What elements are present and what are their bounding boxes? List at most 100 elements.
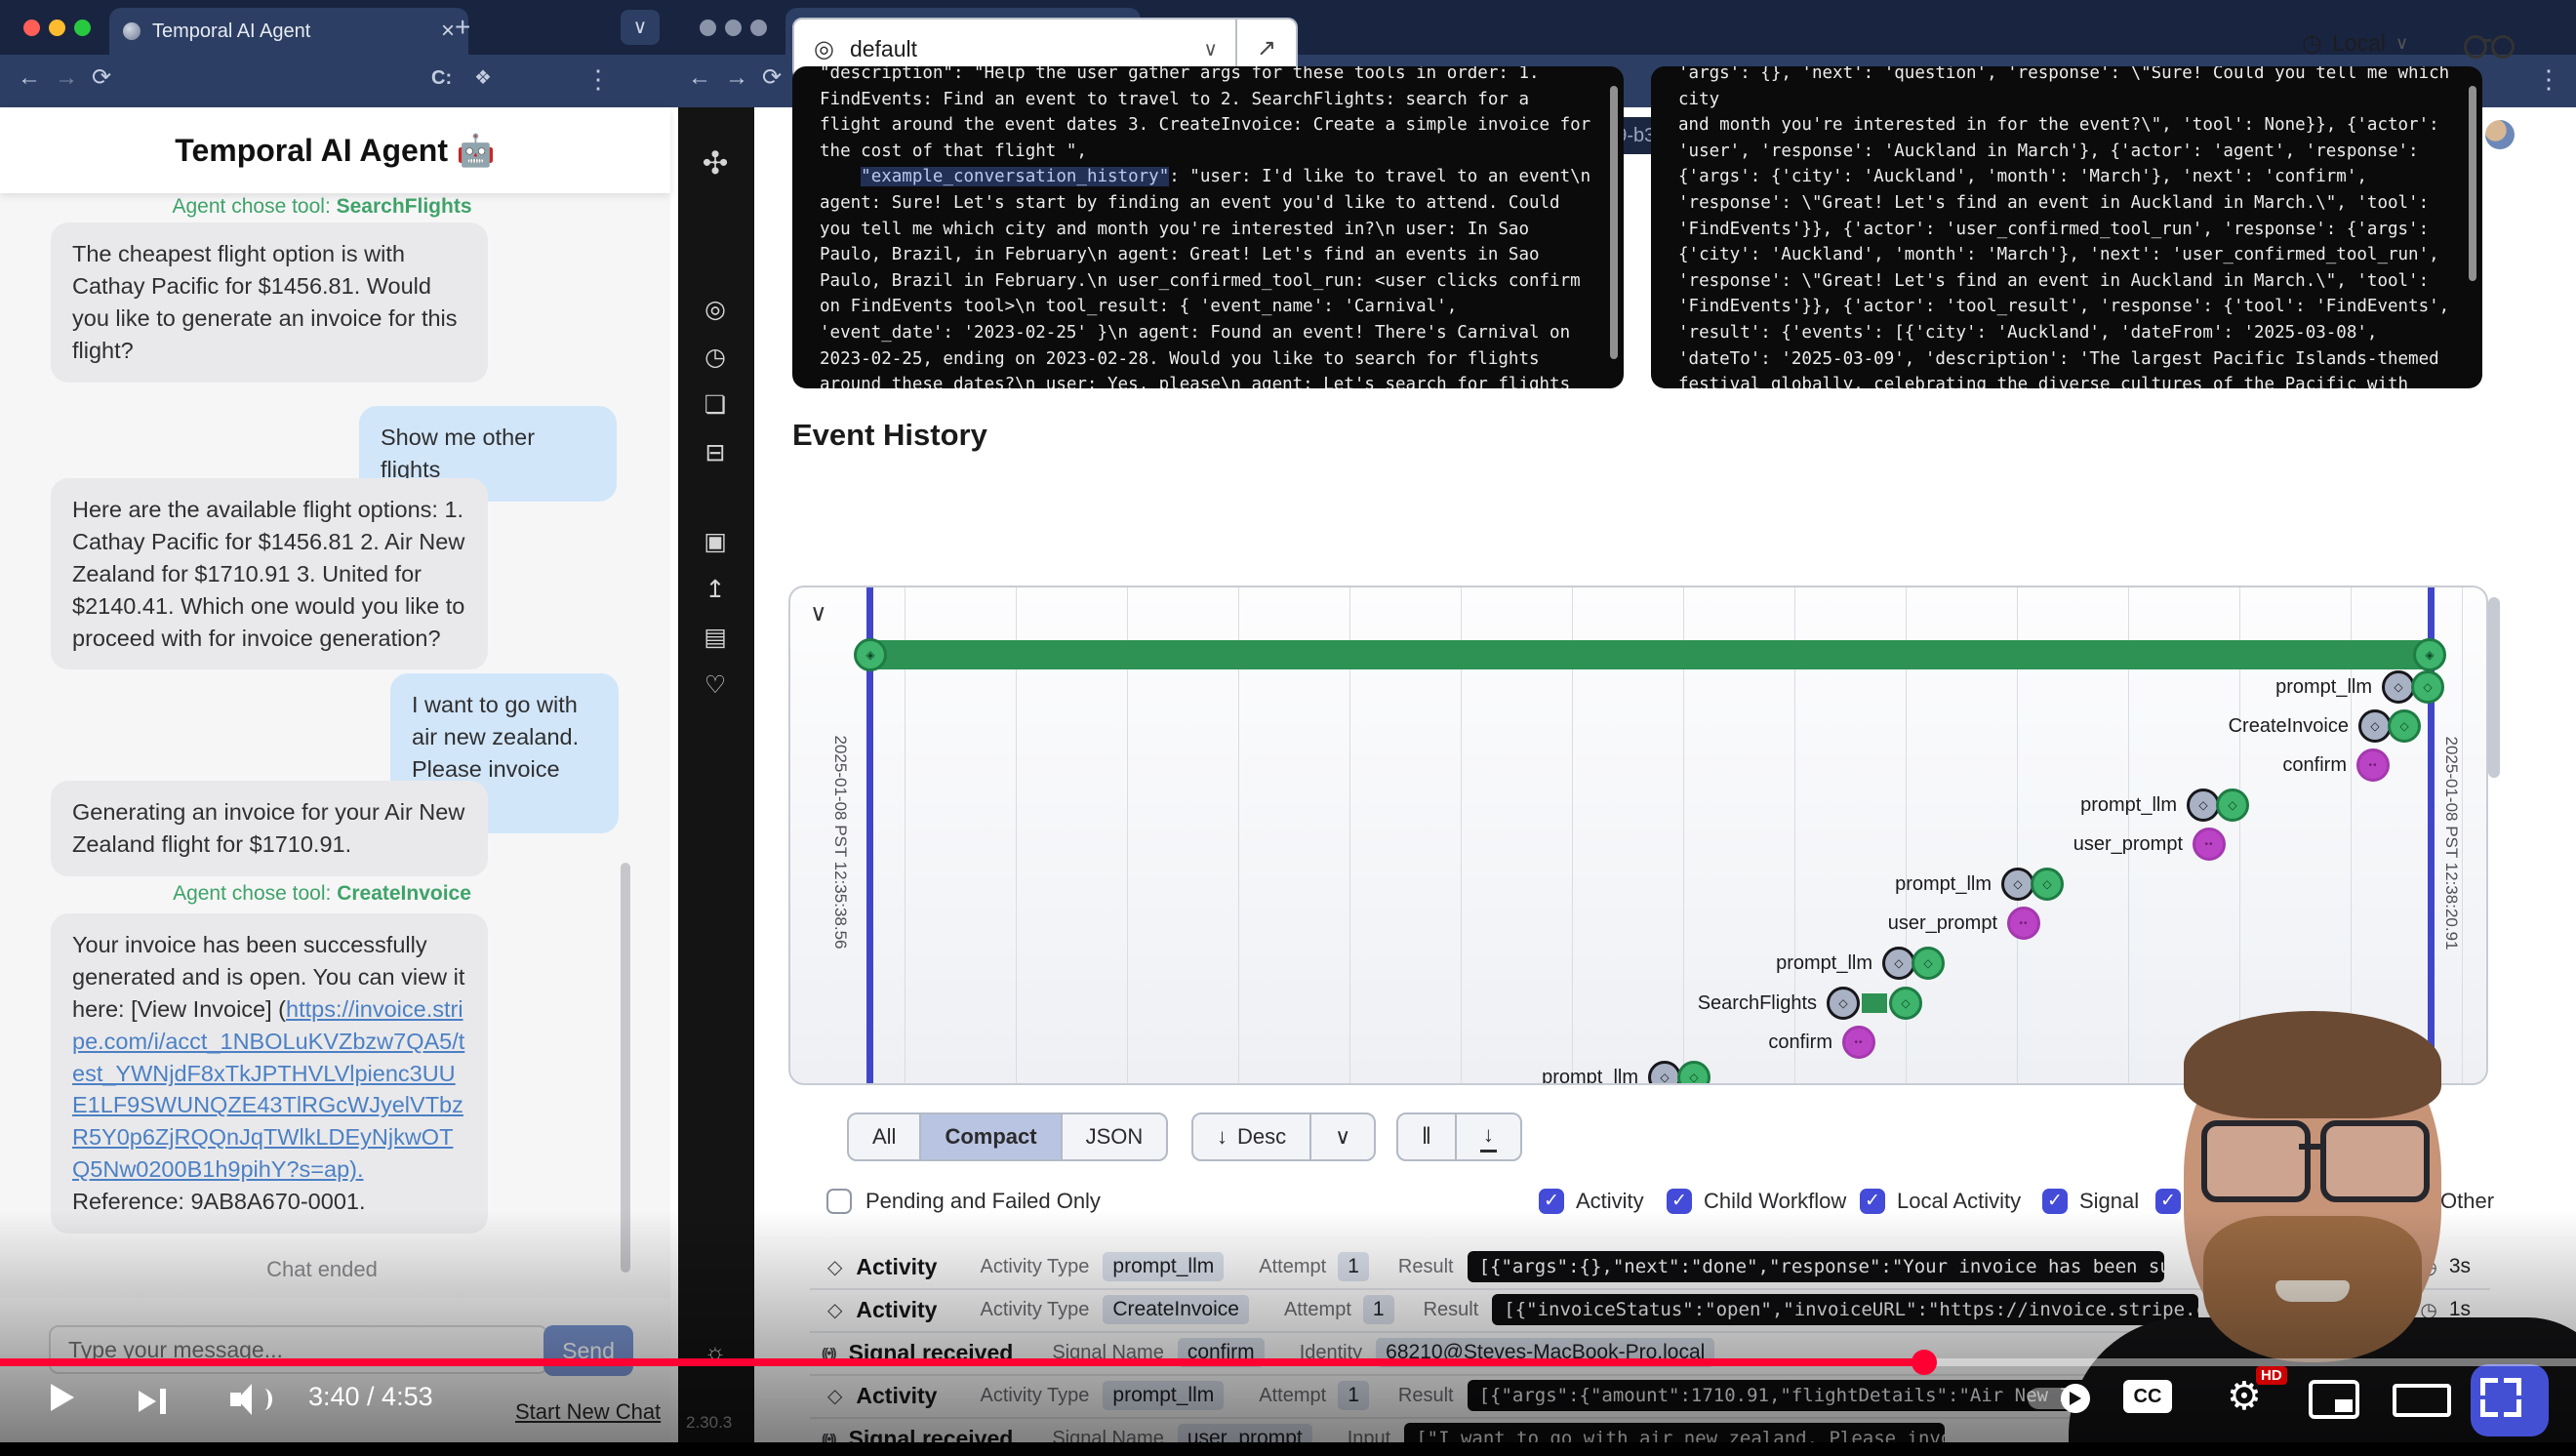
code-text: and month you're interested in for the e… bbox=[1678, 115, 2460, 388]
input-json-panel[interactable]: "description": "Help the user gather arg… bbox=[792, 66, 1624, 388]
temporal-logo-icon[interactable]: ✣ bbox=[678, 144, 752, 182]
timeline-row-signal[interactable]: confirm•• bbox=[2282, 748, 2390, 782]
namespaces-icon[interactable]: ◎ bbox=[678, 295, 752, 324]
workflow-end-marker[interactable]: ◈ bbox=[2413, 638, 2446, 671]
chevron-down-icon: ∨ bbox=[633, 17, 648, 38]
close-tab-icon[interactable]: × bbox=[441, 18, 455, 45]
letterbox-bottom bbox=[0, 1442, 2576, 1456]
miniplayer-button[interactable] bbox=[2309, 1380, 2359, 1419]
time-display: 3:40 / 4:53 bbox=[308, 1382, 433, 1412]
timeline-row-activity[interactable]: prompt_llm◇◇ bbox=[1542, 1061, 1711, 1085]
forward-icon[interactable]: → bbox=[55, 66, 78, 90]
back-icon[interactable]: ← bbox=[18, 66, 41, 90]
chevron-down-icon: ∨ bbox=[1335, 1124, 1350, 1150]
code-scrollbar[interactable] bbox=[1610, 86, 1618, 359]
timeline-row-activity[interactable]: CreateInvoice◇◇ bbox=[2229, 709, 2421, 743]
bot-message: Here are the available flight options: 1… bbox=[51, 478, 488, 669]
activity-completed-marker: ◇ bbox=[1889, 987, 1922, 1020]
stack-icon[interactable]: ❏ bbox=[678, 390, 752, 420]
progress-playhead[interactable] bbox=[1912, 1350, 1937, 1375]
clock-icon: ◷ bbox=[2302, 29, 2322, 58]
profile-avatar[interactable] bbox=[2485, 120, 2515, 149]
timeline-row-signal[interactable]: user_prompt•• bbox=[1888, 907, 2040, 940]
download-button[interactable]: ↓ bbox=[1457, 1114, 1520, 1159]
archival-icon[interactable]: ⊟ bbox=[678, 438, 752, 467]
labs-icon[interactable]: ▤ bbox=[678, 623, 752, 652]
sort-options-chevron[interactable]: ∨ bbox=[1311, 1114, 1374, 1159]
export-icon[interactable]: ↥ bbox=[678, 575, 752, 604]
timeline-row-activity[interactable]: SearchFlights◇◇ bbox=[1698, 987, 1922, 1020]
view-all-tab[interactable]: All bbox=[849, 1114, 919, 1159]
collapse-chevron-icon[interactable]: ∨ bbox=[810, 599, 827, 627]
pause-icon: ‖ bbox=[1422, 1123, 1431, 1151]
view-compact-tab[interactable]: Compact bbox=[921, 1114, 1060, 1159]
theater-mode-button[interactable] bbox=[2393, 1384, 2451, 1417]
tool-label-searchflights: Agent chose tool: SearchFlights bbox=[0, 195, 644, 219]
activity-scheduled-marker: ◇ bbox=[2187, 789, 2220, 822]
reload-icon[interactable]: ⟳ bbox=[92, 66, 111, 90]
left-urlbar: ← → ⟳ ⓘ localhost:5173 ☆ C: ❖ ⋮ bbox=[0, 55, 670, 107]
browser-menu-icon[interactable]: ⋮ bbox=[585, 66, 611, 92]
tab-search-button[interactable]: ∨ bbox=[621, 10, 660, 45]
activity-scheduled-marker: ◇ bbox=[1827, 987, 1860, 1020]
workflow-execution-bar[interactable] bbox=[870, 640, 2430, 669]
signal-marker: •• bbox=[2193, 828, 2226, 861]
close-window-button[interactable] bbox=[700, 20, 716, 36]
tab-temporal-ai-agent[interactable]: Temporal AI Agent × bbox=[109, 8, 468, 55]
autoplay-toggle[interactable] bbox=[2028, 1388, 2086, 1409]
captions-button[interactable]: CC bbox=[2123, 1380, 2172, 1413]
reader-glasses-icon[interactable] bbox=[2464, 31, 2513, 57]
forward-icon[interactable]: → bbox=[725, 66, 748, 90]
timeline-row-activity[interactable]: prompt_llm◇◇ bbox=[2275, 670, 2444, 704]
activity-scheduled-marker: ◇ bbox=[1648, 1061, 1681, 1085]
minimize-window-button[interactable] bbox=[49, 20, 65, 36]
timeline-start-time: 2025-01-08 PST 12:35:38.56 bbox=[830, 696, 850, 989]
play-button[interactable] bbox=[51, 1384, 74, 1411]
new-tab-icon[interactable]: + bbox=[455, 14, 470, 41]
timeline-row-activity[interactable]: prompt_llm◇◇ bbox=[2080, 789, 2249, 822]
signal-marker: •• bbox=[2007, 907, 2040, 940]
feedback-heart-icon[interactable]: ♡ bbox=[678, 670, 752, 700]
page-title: Temporal AI Agent 🤖 bbox=[175, 132, 495, 169]
zoom-window-button[interactable] bbox=[750, 20, 767, 36]
back-icon[interactable]: ← bbox=[688, 66, 711, 90]
timeline-row-activity[interactable]: prompt_llm◇◇ bbox=[1776, 947, 1945, 980]
sort-desc-button[interactable]: ↓Desc bbox=[1193, 1114, 1309, 1159]
player-progress-bar[interactable] bbox=[0, 1358, 2576, 1366]
next-button[interactable] bbox=[139, 1388, 172, 1415]
reload-icon[interactable]: ⟳ bbox=[762, 66, 782, 90]
close-window-button[interactable] bbox=[23, 20, 40, 36]
workflow-start-marker[interactable]: ◈ bbox=[854, 638, 887, 671]
activity-duration-bar bbox=[1862, 993, 1887, 1013]
pause-button[interactable]: ‖ bbox=[1398, 1114, 1455, 1159]
browser-menu-icon[interactable]: ⋮ bbox=[2536, 66, 2561, 92]
nexus-icon[interactable]: ▣ bbox=[678, 527, 752, 556]
result-json-panel[interactable]: 'args': {}, 'next': 'question', 'respons… bbox=[1651, 66, 2482, 388]
extension-c-icon[interactable]: C: bbox=[431, 68, 452, 88]
page-scrollbar[interactable] bbox=[2488, 597, 2500, 778]
timeline-row-activity[interactable]: prompt_llm◇◇ bbox=[1895, 868, 2064, 901]
bot-message-invoice: Your invoice has been successfully gener… bbox=[51, 913, 488, 1234]
view-json-tab[interactable]: JSON bbox=[1063, 1114, 1167, 1159]
activity-scheduled-marker: ◇ bbox=[1882, 947, 1915, 980]
activity-completed-marker: ◇ bbox=[2388, 709, 2421, 743]
timeline-row-signal[interactable]: confirm•• bbox=[1768, 1026, 1875, 1059]
invoice-link[interactable]: https://invoice.stripe.com/i/acct_1NBOLu… bbox=[72, 996, 464, 1182]
code-clipped-line: 'args': {}, 'next': 'question', 'respons… bbox=[1678, 66, 2460, 109]
hd-badge: HD bbox=[2256, 1366, 2287, 1385]
extensions-puzzle-icon[interactable]: ❖ bbox=[474, 68, 492, 88]
activity-scheduled-marker: ◇ bbox=[2358, 709, 2392, 743]
sort-order-button: ↓Desc ∨ bbox=[1191, 1112, 1376, 1161]
volume-icon[interactable] bbox=[230, 1384, 273, 1415]
minimize-window-button[interactable] bbox=[725, 20, 742, 36]
chat-area: Agent chose tool: SearchFlights The chea… bbox=[0, 193, 670, 1298]
signal-marker: •• bbox=[1842, 1026, 1875, 1059]
timezone-select[interactable]: ◷ Local ∨ bbox=[2302, 29, 2408, 58]
schedules-icon[interactable]: ◷ bbox=[678, 343, 752, 372]
bot-message: The cheapest flight option is with Catha… bbox=[51, 222, 488, 383]
namespace-switcher-icon: ◎ bbox=[814, 35, 834, 63]
fullscreen-button[interactable] bbox=[2480, 1378, 2521, 1417]
zoom-window-button[interactable] bbox=[74, 20, 91, 36]
timeline-row-signal[interactable]: user_prompt•• bbox=[2073, 828, 2226, 861]
code-scrollbar[interactable] bbox=[2469, 86, 2476, 281]
